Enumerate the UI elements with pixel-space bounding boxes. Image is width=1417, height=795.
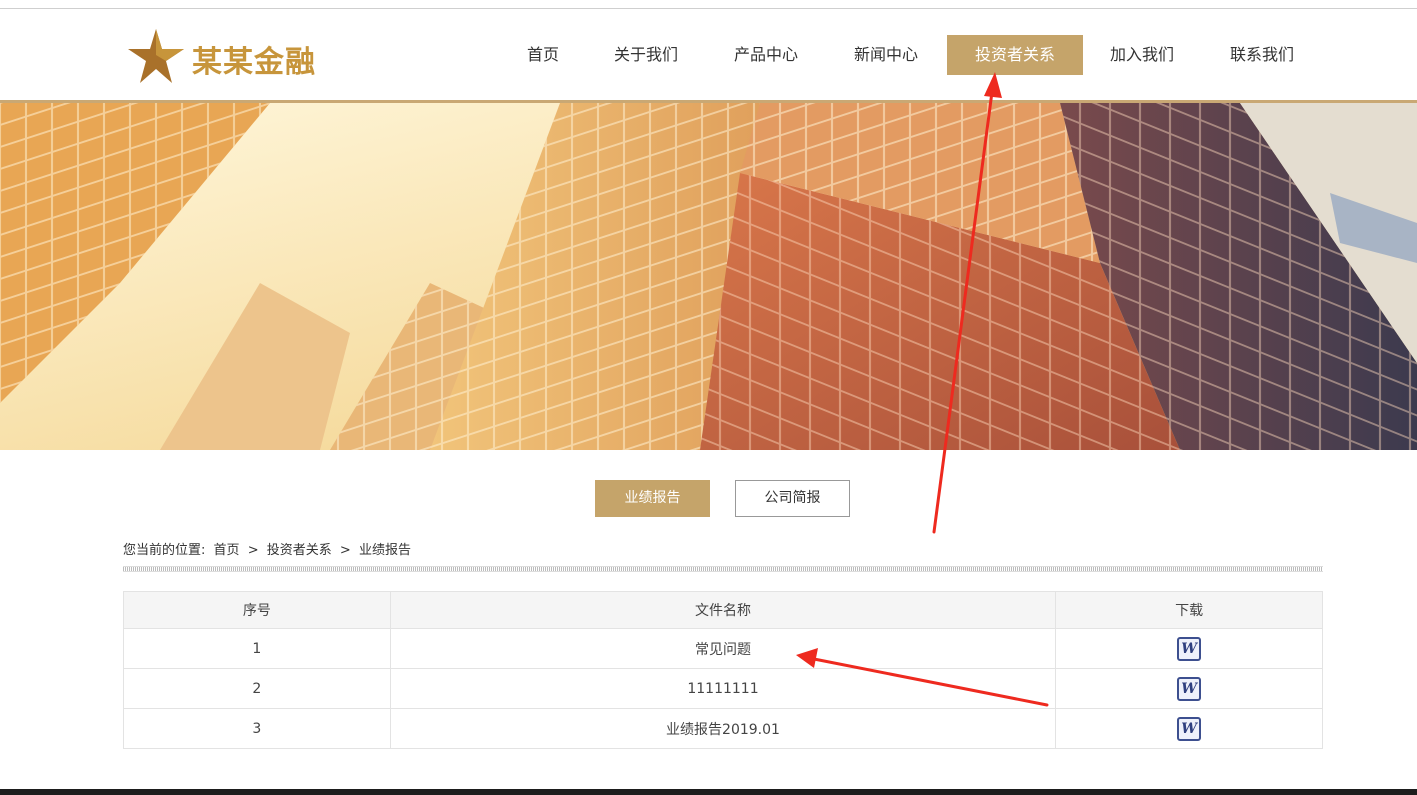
star-logo-icon xyxy=(128,29,184,83)
breadcrumb-separator: > xyxy=(247,543,259,558)
table-row: 3 业绩报告2019.01 xyxy=(123,708,1323,749)
logo-text: 某某金融 xyxy=(192,45,316,80)
banner-image xyxy=(0,103,1417,450)
nav-item-about[interactable]: 关于我们 xyxy=(606,35,686,75)
breadcrumb-home[interactable]: 首页 xyxy=(214,543,240,558)
column-header-filename: 文件名称 xyxy=(389,591,1057,629)
nav-item-investor-relations[interactable]: 投资者关系 xyxy=(947,35,1083,75)
row-index: 1 xyxy=(123,628,391,669)
table-row: 2 11111111 xyxy=(123,668,1323,709)
file-table: 序号 文件名称 下载 1 常见问题 2 11111111 3 业绩报告2019.… xyxy=(123,591,1323,749)
row-filename: 常见问题 xyxy=(389,628,1057,669)
tab-company-brief[interactable]: 公司简报 xyxy=(735,480,850,517)
table-header-row: 序号 文件名称 下载 xyxy=(123,591,1323,629)
breadcrumb-separator: > xyxy=(339,543,351,558)
table-row: 1 常见问题 xyxy=(123,628,1323,669)
nav-item-join-us[interactable]: 加入我们 xyxy=(1102,35,1182,75)
sub-tabs: 业绩报告 公司简报 xyxy=(0,480,1417,517)
logo[interactable]: 某某金融 xyxy=(126,27,326,85)
download-cell xyxy=(1055,708,1323,749)
breadcrumb-investor-relations[interactable]: 投资者关系 xyxy=(267,543,332,558)
word-document-icon[interactable] xyxy=(1177,676,1202,701)
nav-item-news[interactable]: 新闻中心 xyxy=(846,35,926,75)
column-header-index: 序号 xyxy=(123,591,391,629)
tab-performance-report[interactable]: 业绩报告 xyxy=(595,480,710,517)
row-index: 2 xyxy=(123,668,391,709)
breadcrumb-performance-report[interactable]: 业绩报告 xyxy=(359,543,411,558)
nav-item-home[interactable]: 首页 xyxy=(513,35,573,75)
download-cell xyxy=(1055,628,1323,669)
row-index: 3 xyxy=(123,708,391,749)
row-filename: 11111111 xyxy=(389,668,1057,709)
breadcrumb-prefix: 您当前的位置: xyxy=(123,543,206,558)
breadcrumb-divider xyxy=(123,566,1323,572)
nav-item-products[interactable]: 产品中心 xyxy=(726,35,806,75)
row-filename: 业绩报告2019.01 xyxy=(389,708,1057,749)
nav-item-contact[interactable]: 联系我们 xyxy=(1222,35,1302,75)
word-document-icon[interactable] xyxy=(1177,716,1202,741)
column-header-download: 下载 xyxy=(1055,591,1323,629)
download-cell xyxy=(1055,668,1323,709)
footer-bar xyxy=(0,789,1417,795)
word-document-icon[interactable] xyxy=(1177,636,1202,661)
site-header: 某某金融 首页 关于我们 产品中心 新闻中心 投资者关系 加入我们 联系我们 xyxy=(0,9,1417,100)
building-illustration xyxy=(0,103,1417,450)
breadcrumb: 您当前的位置: 首页 > 投资者关系 > 业绩报告 xyxy=(123,539,415,558)
